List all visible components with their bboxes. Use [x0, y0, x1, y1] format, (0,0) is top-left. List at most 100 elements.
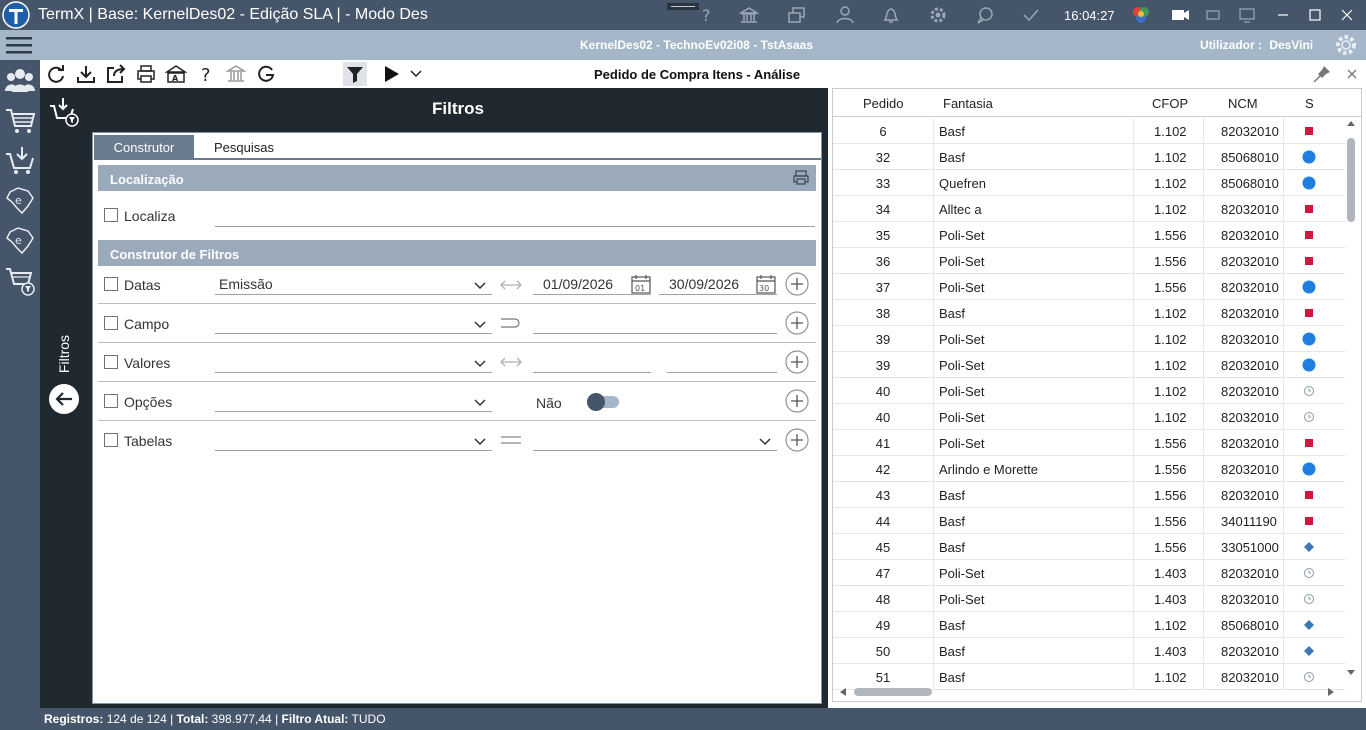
campo-add-button[interactable]	[785, 311, 809, 335]
opcoes-select[interactable]	[215, 392, 492, 412]
table-row[interactable]: 38 Basf 1.102 82032010	[833, 300, 1345, 326]
gear-icon[interactable]	[927, 4, 949, 26]
check-icon[interactable]	[1020, 4, 1042, 26]
table-row[interactable]: 34 Alltec a 1.102 82032010	[833, 196, 1345, 222]
user-icon[interactable]	[834, 4, 856, 26]
column-header-s[interactable]: S	[1305, 96, 1314, 111]
brazil-map-2-icon[interactable]: e	[4, 224, 36, 256]
table-row[interactable]: 43 Basf 1.556 82032010	[833, 482, 1345, 508]
opcoes-checkbox[interactable]	[104, 394, 118, 408]
camera-icon[interactable]	[1169, 4, 1191, 26]
table-row[interactable]: 32 Basf 1.102 85068010	[833, 144, 1345, 170]
play-dropdown-chevron-icon[interactable]	[408, 63, 424, 85]
google-icon[interactable]	[255, 63, 277, 85]
drag-handle-icon[interactable]	[666, 2, 700, 12]
shopping-cart-icon[interactable]	[4, 104, 36, 136]
refresh-icon[interactable]	[45, 63, 67, 85]
settings-gear-icon[interactable]	[1334, 33, 1358, 57]
brazil-map-icon[interactable]: e	[4, 184, 36, 216]
help-question-icon[interactable]: ?	[195, 63, 217, 85]
campo-select[interactable]	[215, 314, 492, 334]
tabelas-value-chevron-down-icon[interactable]	[758, 434, 772, 448]
maximize-icon[interactable]	[1304, 4, 1326, 26]
opcoes-add-button[interactable]	[785, 389, 809, 413]
export-icon[interactable]	[105, 63, 127, 85]
table-row[interactable]: 42 Arlindo e Morette 1.556 82032010	[833, 456, 1345, 482]
print-icon[interactable]	[135, 63, 157, 85]
chat-icon[interactable]	[974, 4, 996, 26]
opcoes-toggle-switch[interactable]	[585, 391, 621, 413]
filter-toggle-button[interactable]	[343, 62, 367, 86]
table-row[interactable]: 35 Poli-Set 1.556 82032010	[833, 222, 1345, 248]
close-icon[interactable]	[1336, 4, 1358, 26]
table-row[interactable]: 47 Poli-Set 1.403 82032010	[833, 560, 1345, 586]
table-row[interactable]: 40 Poli-Set 1.102 82032010	[833, 378, 1345, 404]
windows-icon[interactable]	[786, 4, 808, 26]
table-row[interactable]: 36 Poli-Set 1.556 82032010	[833, 248, 1345, 274]
datas-chevron-down-icon[interactable]	[473, 278, 487, 292]
column-header-pedido[interactable]: Pedido	[863, 96, 903, 111]
institution-icon[interactable]	[225, 63, 247, 85]
valores-checkbox[interactable]	[104, 355, 118, 369]
valores-select[interactable]	[215, 353, 492, 373]
opcoes-chevron-down-icon[interactable]	[473, 395, 487, 409]
pin-icon[interactable]	[1311, 63, 1333, 85]
monitor-icon[interactable]	[1236, 4, 1258, 26]
campo-checkbox[interactable]	[104, 316, 118, 330]
table-row[interactable]: 49 Basf 1.102 85068010	[833, 612, 1345, 638]
bell-icon[interactable]	[880, 4, 902, 26]
valores-chevron-down-icon[interactable]	[473, 356, 487, 370]
play-icon[interactable]	[381, 63, 403, 85]
back-arrow-button[interactable]	[48, 383, 80, 415]
cart-filter-icon[interactable]	[4, 264, 36, 296]
datas-add-button[interactable]	[785, 272, 809, 296]
tab-construtor[interactable]: Construtor	[94, 135, 194, 159]
table-row[interactable]: 40 Poli-Set 1.102 82032010	[833, 404, 1345, 430]
table-row[interactable]: 39 Poli-Set 1.102 82032010	[833, 326, 1345, 352]
minimize-alt-icon[interactable]	[1202, 4, 1224, 26]
horizontal-scrollbar[interactable]	[834, 684, 1342, 700]
tabelas-select[interactable]	[215, 431, 492, 451]
datas-select[interactable]: Emissão	[215, 275, 492, 295]
table-row[interactable]: 48 Poli-Set 1.403 82032010	[833, 586, 1345, 612]
table-row[interactable]: 39 Poli-Set 1.102 82032010	[833, 352, 1345, 378]
bank-icon[interactable]	[738, 4, 760, 26]
users-group-icon[interactable]	[4, 64, 36, 96]
table-row[interactable]: 50 Basf 1.403 82032010	[833, 638, 1345, 664]
minimize-icon[interactable]	[1272, 4, 1294, 26]
calendar-from-icon[interactable]: 01	[631, 274, 651, 294]
table-row[interactable]: 37 Poli-Set 1.556 82032010	[833, 274, 1345, 300]
download-icon[interactable]	[75, 63, 97, 85]
table-row[interactable]: 44 Basf 1.556 34011190	[833, 508, 1345, 534]
localiza-checkbox[interactable]	[104, 208, 118, 222]
table-row[interactable]: 41 Poli-Set 1.556 82032010	[833, 430, 1345, 456]
tabelas-add-button[interactable]	[785, 428, 809, 452]
valores-add-button[interactable]	[785, 350, 809, 374]
column-header-cfop[interactable]: CFOP	[1152, 96, 1188, 111]
datas-checkbox[interactable]	[104, 277, 118, 291]
hamburger-menu-icon[interactable]	[6, 36, 32, 54]
table-row[interactable]: 6 Basf 1.102 82032010	[833, 118, 1345, 144]
status-clock-icon	[1304, 672, 1314, 682]
column-header-ncm[interactable]: NCM	[1228, 96, 1258, 111]
close-panel-icon[interactable]	[1341, 63, 1363, 85]
localiza-input[interactable]	[215, 207, 815, 227]
vertical-scrollbar[interactable]	[1344, 118, 1358, 684]
table-row[interactable]: 33 Quefren 1.102 85068010	[833, 170, 1345, 196]
campo-chevron-down-icon[interactable]	[473, 317, 487, 331]
tabelas-value-select[interactable]	[533, 431, 777, 451]
report-bank-icon[interactable]: A	[165, 63, 187, 85]
table-row[interactable]: 45 Basf 1.556 33051000	[833, 534, 1345, 560]
tab-pesquisas[interactable]: Pesquisas	[194, 135, 294, 159]
column-header-fantasia[interactable]: Fantasia	[943, 96, 993, 111]
campo-value-input[interactable]	[533, 314, 777, 334]
tabelas-chevron-down-icon[interactable]	[473, 434, 487, 448]
valores-to-input[interactable]	[667, 353, 777, 373]
print-small-icon[interactable]	[792, 169, 810, 187]
calendar-to-icon[interactable]: 30	[756, 274, 776, 294]
help-icon[interactable]: ?	[696, 4, 718, 26]
tabelas-checkbox[interactable]	[104, 433, 118, 447]
valores-from-input[interactable]	[533, 353, 651, 373]
cart-download-icon[interactable]	[4, 144, 36, 176]
palette-icon[interactable]	[1130, 4, 1152, 26]
